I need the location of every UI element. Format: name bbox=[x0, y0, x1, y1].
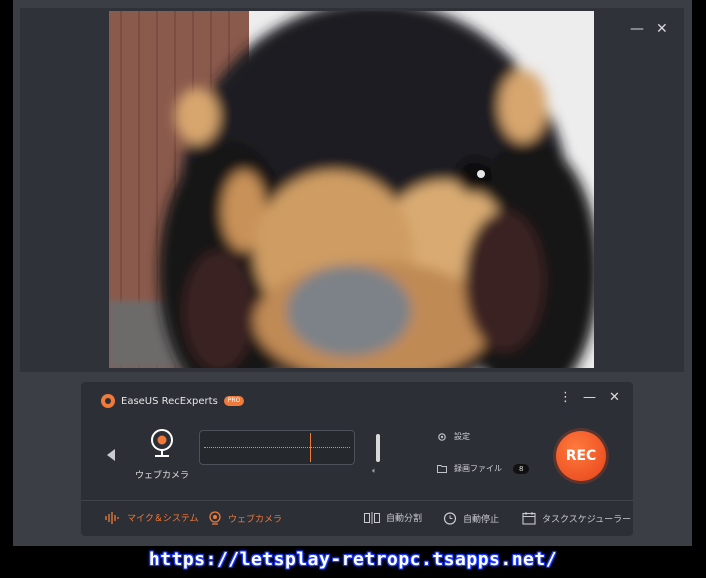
split-icon bbox=[364, 511, 380, 524]
webcam-toggle-button[interactable]: ウェブカメラ bbox=[208, 511, 282, 525]
recordings-count-badge: 8 bbox=[513, 463, 530, 474]
webcam-image bbox=[109, 11, 594, 368]
calendar-icon bbox=[522, 512, 536, 525]
recorder-panel: EaseUS RecExperts PRO ⋮ — ✕ ウェブカメラ 🔈︎ 設定… bbox=[81, 382, 633, 536]
webcam-feed bbox=[109, 11, 594, 368]
mic-system-button[interactable]: マイク＆システム bbox=[105, 511, 199, 524]
app-title: EaseUS RecExperts bbox=[121, 395, 218, 407]
preview-minimize-button[interactable]: — bbox=[630, 22, 644, 36]
recordings-label: 録画ファイル bbox=[454, 464, 502, 473]
previous-source-arrow-icon[interactable] bbox=[107, 449, 115, 461]
folder-icon bbox=[437, 465, 447, 473]
auto-stop-button[interactable]: 自動停止 bbox=[443, 511, 499, 525]
webcam-icon bbox=[151, 429, 173, 457]
gear-icon bbox=[438, 432, 446, 441]
panel-close-button[interactable]: ✕ bbox=[609, 391, 620, 405]
recordings-button[interactable]: 録画ファイル 8 bbox=[437, 463, 530, 474]
auto-stop-label: 自動停止 bbox=[463, 514, 500, 525]
speaker-icon: 🔈︎ bbox=[372, 466, 377, 475]
alarm-clock-icon bbox=[443, 512, 457, 525]
pro-badge: PRO bbox=[223, 396, 245, 406]
mic-system-label: マイク＆システム bbox=[127, 514, 199, 524]
task-scheduler-label: タスクスケジューラー bbox=[542, 514, 632, 525]
preview-close-button[interactable]: ✕ bbox=[656, 22, 668, 36]
audio-level-meter bbox=[199, 430, 355, 465]
easeus-logo-icon bbox=[101, 394, 115, 408]
auto-split-button[interactable]: 自動分割 bbox=[364, 511, 422, 524]
bottom-toolbar: マイク＆システム ウェブカメラ 自動分割 自動停止 タスクスケジューラー bbox=[81, 501, 633, 536]
app-title-bar: EaseUS RecExperts PRO bbox=[101, 394, 245, 408]
volume-slider[interactable] bbox=[376, 434, 380, 462]
level-cursor bbox=[310, 433, 311, 462]
task-scheduler-button[interactable]: タスクスケジューラー bbox=[522, 511, 631, 525]
audio-wave-icon bbox=[105, 511, 119, 524]
rec-button[interactable]: REC bbox=[556, 431, 606, 481]
level-baseline bbox=[204, 447, 350, 448]
webcam-toggle-label: ウェブカメラ bbox=[228, 514, 283, 525]
source-label: ウェブカメラ bbox=[134, 471, 189, 481]
settings-button[interactable]: 設定 bbox=[437, 431, 470, 442]
source-webcam[interactable]: ウェブカメラ bbox=[133, 428, 191, 481]
webcam-small-icon bbox=[209, 511, 221, 525]
panel-minimize-button[interactable]: — bbox=[583, 391, 596, 405]
more-options-button[interactable]: ⋮ bbox=[559, 391, 572, 405]
watermark-url: https://letsplay-retropc.tsapps.net/ bbox=[148, 548, 558, 570]
settings-label: 設定 bbox=[454, 432, 470, 441]
auto-split-label: 自動分割 bbox=[386, 514, 423, 524]
